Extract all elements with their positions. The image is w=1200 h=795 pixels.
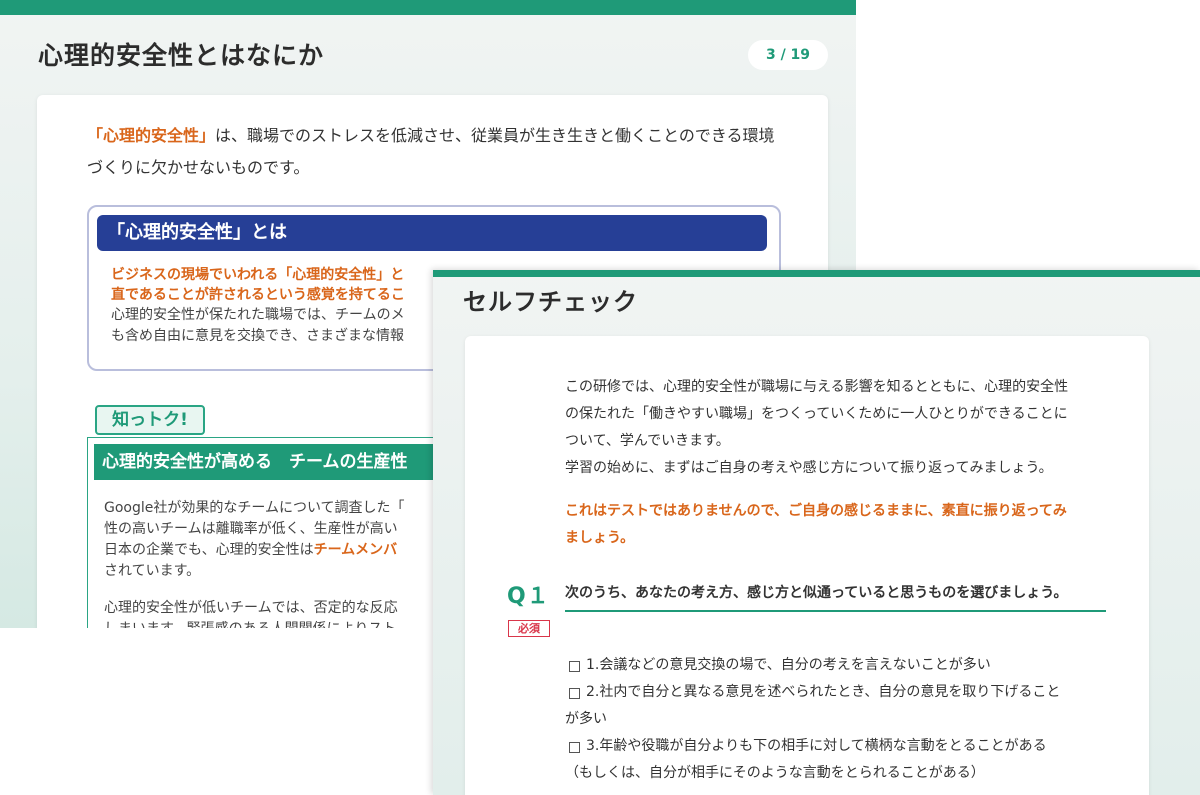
intro-line: ついて、学んでいきます。 [565, 433, 730, 449]
option-list: 1.会議などの意見交換の場で、自分の考えを言えないことが多い 2.社内で自分と異… [565, 652, 1125, 787]
checkbox[interactable] [569, 688, 580, 699]
page-title: 心理的安全性とはなにか [38, 41, 325, 70]
content-card: この研修では、心理的安全性が職場に与える影響を知るとともに、心理的安全性 の保た… [465, 336, 1149, 795]
option-item[interactable]: 2.社内で自分と異なる意見を述べられたとき、自分の意見を取り下げること [565, 679, 1125, 706]
intro-line: この研修では、心理的安全性が職場に与える影響を知るとともに、心理的安全性 [565, 379, 1069, 395]
tip-body-highlight: チームメンバ [313, 542, 398, 558]
checkbox[interactable] [569, 742, 580, 753]
definition-heading: 「心理的安全性」とは [97, 215, 767, 251]
note-paragraph: これはテストではありませんので、ご自身の感じるままに、素直に振り返ってみ ましょ… [565, 498, 1125, 552]
page-indicator: 3 / 19 [748, 40, 828, 70]
question-number: Q１ [507, 584, 550, 609]
option-label-continuation: が多い [565, 711, 607, 727]
slide-top-bar [433, 270, 1200, 277]
option-label: 2.社内で自分と異なる意見を述べられたとき、自分の意見を取り下げること [586, 684, 1061, 700]
option-label: 3.年齢や役職が自分よりも下の相手に対して横柄な言動をとることがある [586, 738, 1047, 754]
note-line: これはテストではありませんので、ご自身の感じるままに、素直に振り返ってみ [565, 503, 1067, 519]
intro-line: の保たれた「働きやすい職場」をつくっていくために一人ひとりができることに [565, 406, 1068, 422]
slide-self-check: セルフチェック この研修では、心理的安全性が職場に与える影響を知るとともに、心理… [433, 270, 1200, 795]
intro-paragraph: この研修では、心理的安全性が職場に与える影響を知るとともに、心理的安全性 の保た… [565, 374, 1125, 482]
option-label-continuation: （もしくは、自分が相手にそのような言動をとられることがある） [565, 765, 985, 781]
page-title: セルフチェック [463, 288, 638, 316]
intro-highlight: 「心理的安全性」 [87, 126, 216, 145]
question-divider [565, 610, 1106, 612]
checkbox[interactable] [569, 661, 580, 672]
intro-paragraph: 「心理的安全性」は、職場でのストレスを低減させ、従業員が生き生きと働くことのでき… [87, 120, 787, 184]
intro-line: 学習の始めに、まずはご自身の考えや感じ方について振り返ってみましょう。 [565, 460, 1053, 476]
option-item[interactable]: 1.会議などの意見交換の場で、自分の考えを言えないことが多い [565, 652, 1125, 679]
question-text: 次のうち、あなたの考え方、感じ方と似通っていると思うものを選びましょう。 [565, 585, 1068, 601]
option-label: 1.会議などの意見交換の場で、自分の考えを言えないことが多い [586, 657, 991, 673]
slide-top-bar [0, 0, 856, 15]
tip-body-text: 日本の企業でも、心理的安全性は [104, 542, 314, 558]
required-badge: 必須 [508, 620, 550, 637]
tip-tab-label: 知っトク! [95, 405, 205, 435]
option-item[interactable]: 3.年齢や役職が自分よりも下の相手に対して横柄な言動をとることがある [565, 733, 1125, 760]
note-line: ましょう。 [565, 530, 635, 546]
